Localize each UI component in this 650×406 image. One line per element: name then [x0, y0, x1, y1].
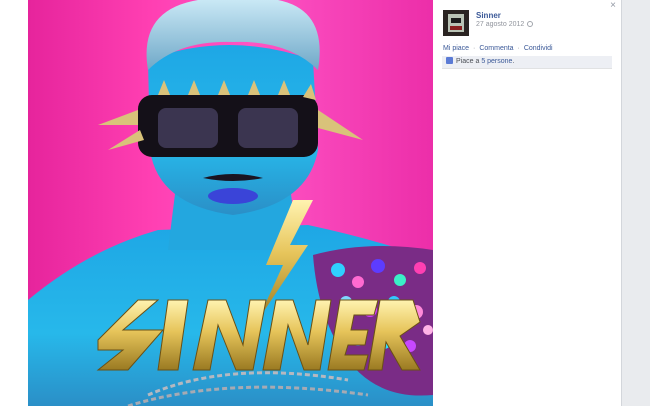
photo-info-panel: × Sinner 27 agosto 2012 Mi piace · Comme…	[433, 0, 622, 406]
separator-dot: ·	[473, 45, 476, 52]
post-author-header: Sinner 27 agosto 2012	[443, 10, 613, 40]
viewer-backdrop-right	[622, 0, 650, 406]
share-link[interactable]: Condividi	[524, 45, 553, 52]
thumbs-up-icon	[446, 57, 453, 64]
photo-viewer-image[interactable]	[28, 0, 433, 406]
likers-link[interactable]: 5 persone	[481, 58, 512, 65]
post-date-text: 27 agosto 2012	[476, 21, 525, 28]
viewer-backdrop-left	[0, 0, 28, 406]
likes-summary: Piace a 5 persone.	[442, 56, 612, 69]
author-name-link[interactable]: Sinner	[476, 11, 501, 20]
post-timestamp[interactable]: 27 agosto 2012	[476, 21, 534, 28]
avatar[interactable]	[443, 10, 469, 36]
likes-suffix: .	[512, 58, 515, 65]
post-actions: Mi piace · Commenta · Condividi	[443, 45, 553, 52]
comment-link[interactable]: Commenta	[479, 45, 513, 52]
like-link[interactable]: Mi piace	[443, 45, 469, 52]
likes-prefix: Piace a	[456, 58, 480, 65]
separator-dot: ·	[517, 45, 520, 52]
lips	[208, 188, 258, 204]
globe-icon[interactable]	[527, 21, 534, 27]
